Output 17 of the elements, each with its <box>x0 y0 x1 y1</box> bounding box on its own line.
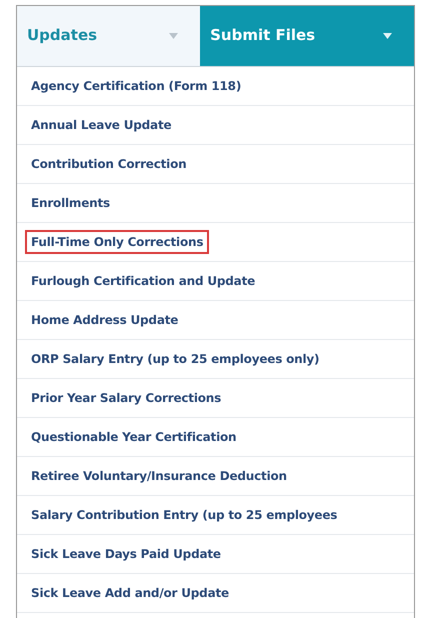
menu-item[interactable]: Prior Year Salary Corrections <box>25 386 228 410</box>
menu-item[interactable]: Contribution Correction <box>25 152 192 176</box>
menu-item[interactable]: Furlough Certification and Update <box>25 269 262 293</box>
menu-item[interactable]: Enrollments <box>25 191 116 215</box>
menu-item[interactable]: Home Address Update <box>25 308 184 332</box>
menu-tab[interactable]: Updates <box>17 6 200 66</box>
menu-item[interactable]: ORP Salary Entry (up to 25 employees only) <box>25 347 326 371</box>
menu-item[interactable]: Annual Leave Update <box>25 113 178 137</box>
menu-item[interactable]: Full-Time Only Corrections <box>25 230 210 254</box>
menu-item[interactable]: Agency Certification (Form 118) <box>25 74 248 98</box>
menu-item[interactable]: Sick Leave Add and/or Update <box>25 581 235 605</box>
menu-item[interactable]: Salary Contribution Entry (up to 25 employees <box>25 503 344 527</box>
caret-icon <box>383 33 392 39</box>
menu-item[interactable]: Sick Leave Days Paid Update <box>25 542 227 566</box>
menu-item[interactable]: Questionable Year Certification <box>25 425 242 449</box>
caret-icon <box>169 33 178 39</box>
menu-item[interactable]: Retiree Voluntary/Insurance Deduction <box>25 464 293 488</box>
